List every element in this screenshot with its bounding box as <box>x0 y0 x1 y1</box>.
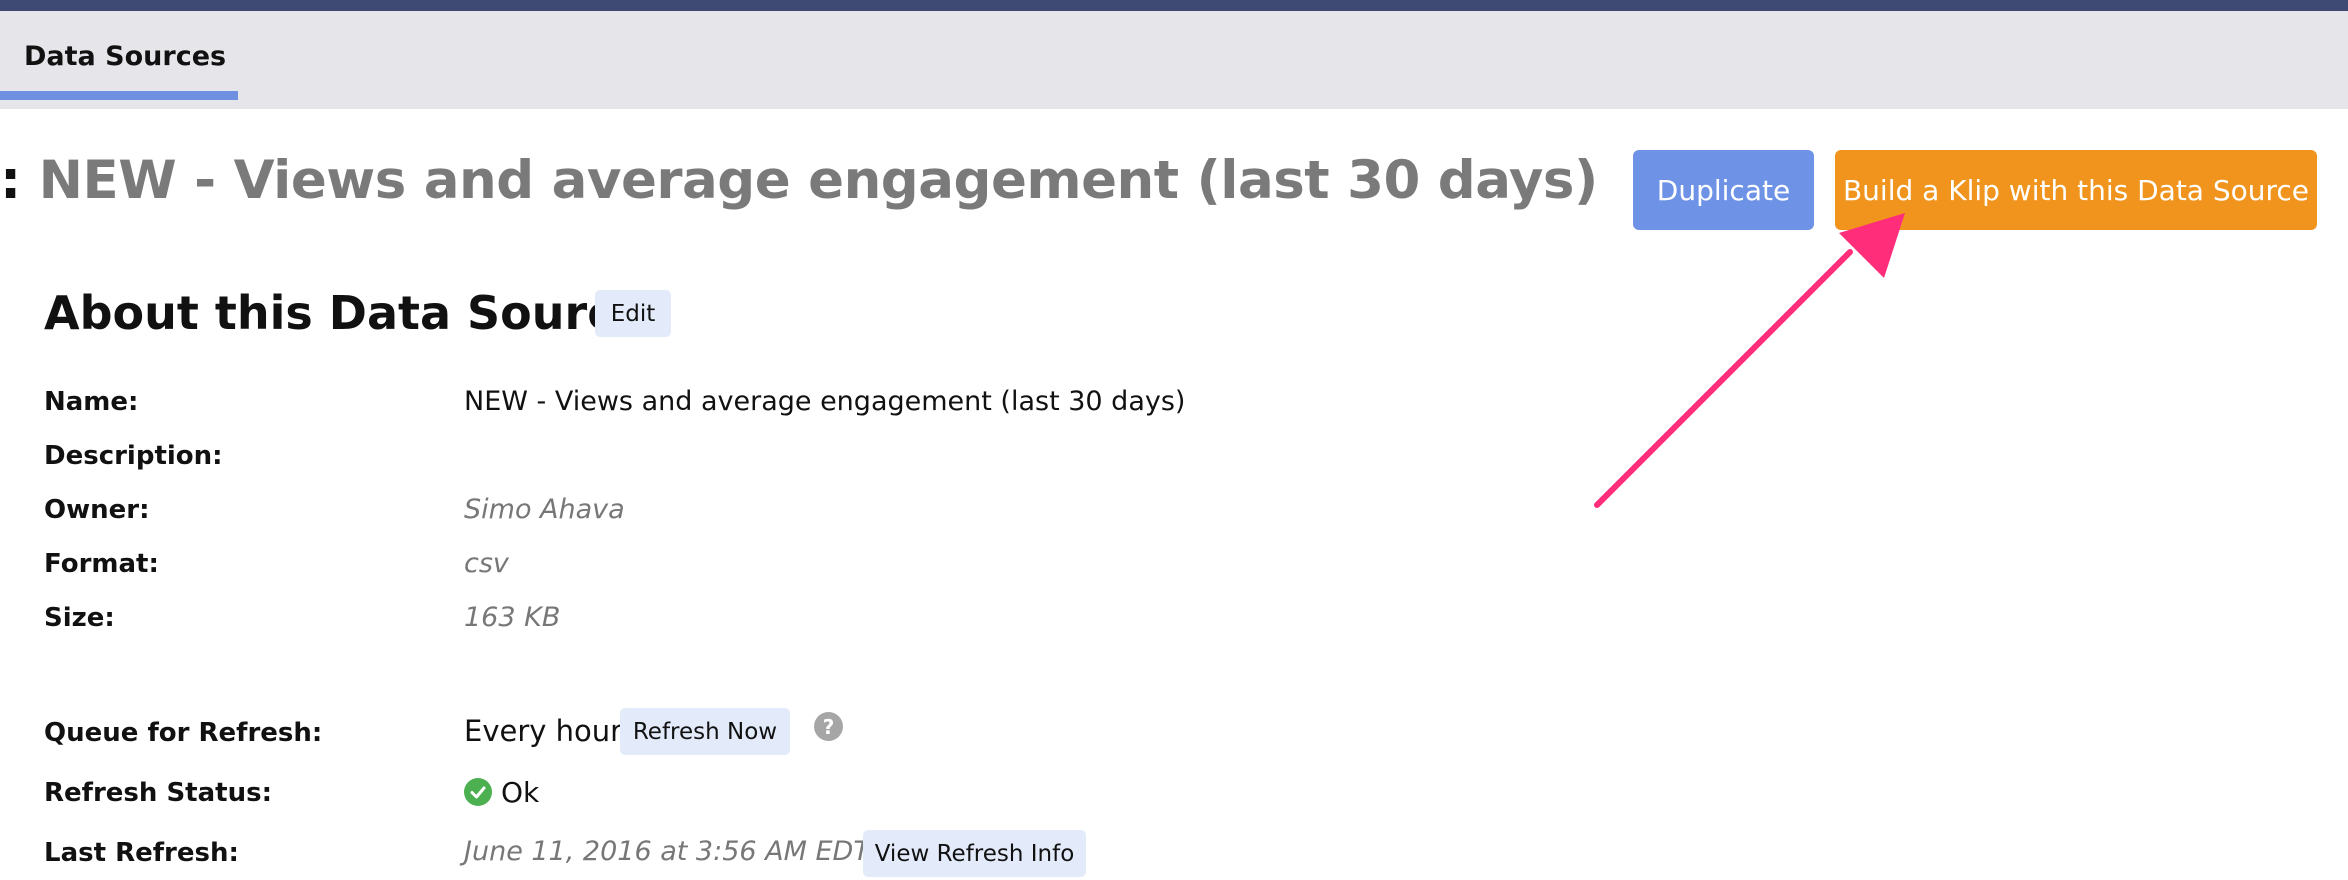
arrow-annotation-shaft <box>1594 249 1853 508</box>
arrow-annotation <box>1594 213 1905 508</box>
size-value: 163 KB <box>464 602 561 633</box>
last-refresh-label: Last Refresh: <box>44 838 239 868</box>
last-refresh-value: June 11, 2016 at 3:56 AM EDT <box>464 836 870 867</box>
owner-label: Owner: <box>44 495 150 525</box>
tab-data-sources-label: Data Sources <box>24 41 227 72</box>
refresh-now-button[interactable]: Refresh Now <box>620 708 790 755</box>
page-title-prefix: : <box>0 150 21 211</box>
build-klip-button[interactable]: Build a Klip with this Data Source <box>1835 150 2317 230</box>
duplicate-button[interactable]: Duplicate <box>1633 150 1814 230</box>
format-value: csv <box>464 548 509 579</box>
owner-value: Simo Ahava <box>464 494 625 525</box>
refresh-status-label: Refresh Status: <box>44 778 272 808</box>
size-label: Size: <box>44 603 115 633</box>
format-label: Format: <box>44 549 159 579</box>
name-value: NEW - Views and average engagement (last… <box>464 386 1186 417</box>
name-label: Name: <box>44 387 139 417</box>
view-refresh-info-button[interactable]: View Refresh Info <box>863 830 1086 877</box>
about-section-title: About this Data Source <box>44 286 646 340</box>
check-mark-glyph <box>470 786 486 799</box>
help-icon-glyph: ? <box>822 714 835 739</box>
description-label: Description: <box>44 441 223 471</box>
page-title-text: NEW - Views and average engagement (last… <box>38 150 1599 211</box>
check-circle-icon <box>464 778 492 806</box>
tab-data-sources[interactable]: Data Sources <box>0 11 238 109</box>
question-circle-icon[interactable]: ? <box>814 712 843 741</box>
queue-refresh-value: Every hour <box>464 714 623 748</box>
page-title: : NEW - Views and average engagement (la… <box>0 150 1598 211</box>
top-header-stripe <box>0 0 2348 11</box>
refresh-status-value: Ok <box>501 776 540 809</box>
tab-bar: Data Sources <box>0 11 2348 109</box>
active-tab-indicator <box>0 91 238 100</box>
queue-refresh-label: Queue for Refresh: <box>44 718 323 748</box>
edit-button[interactable]: Edit <box>595 290 671 337</box>
